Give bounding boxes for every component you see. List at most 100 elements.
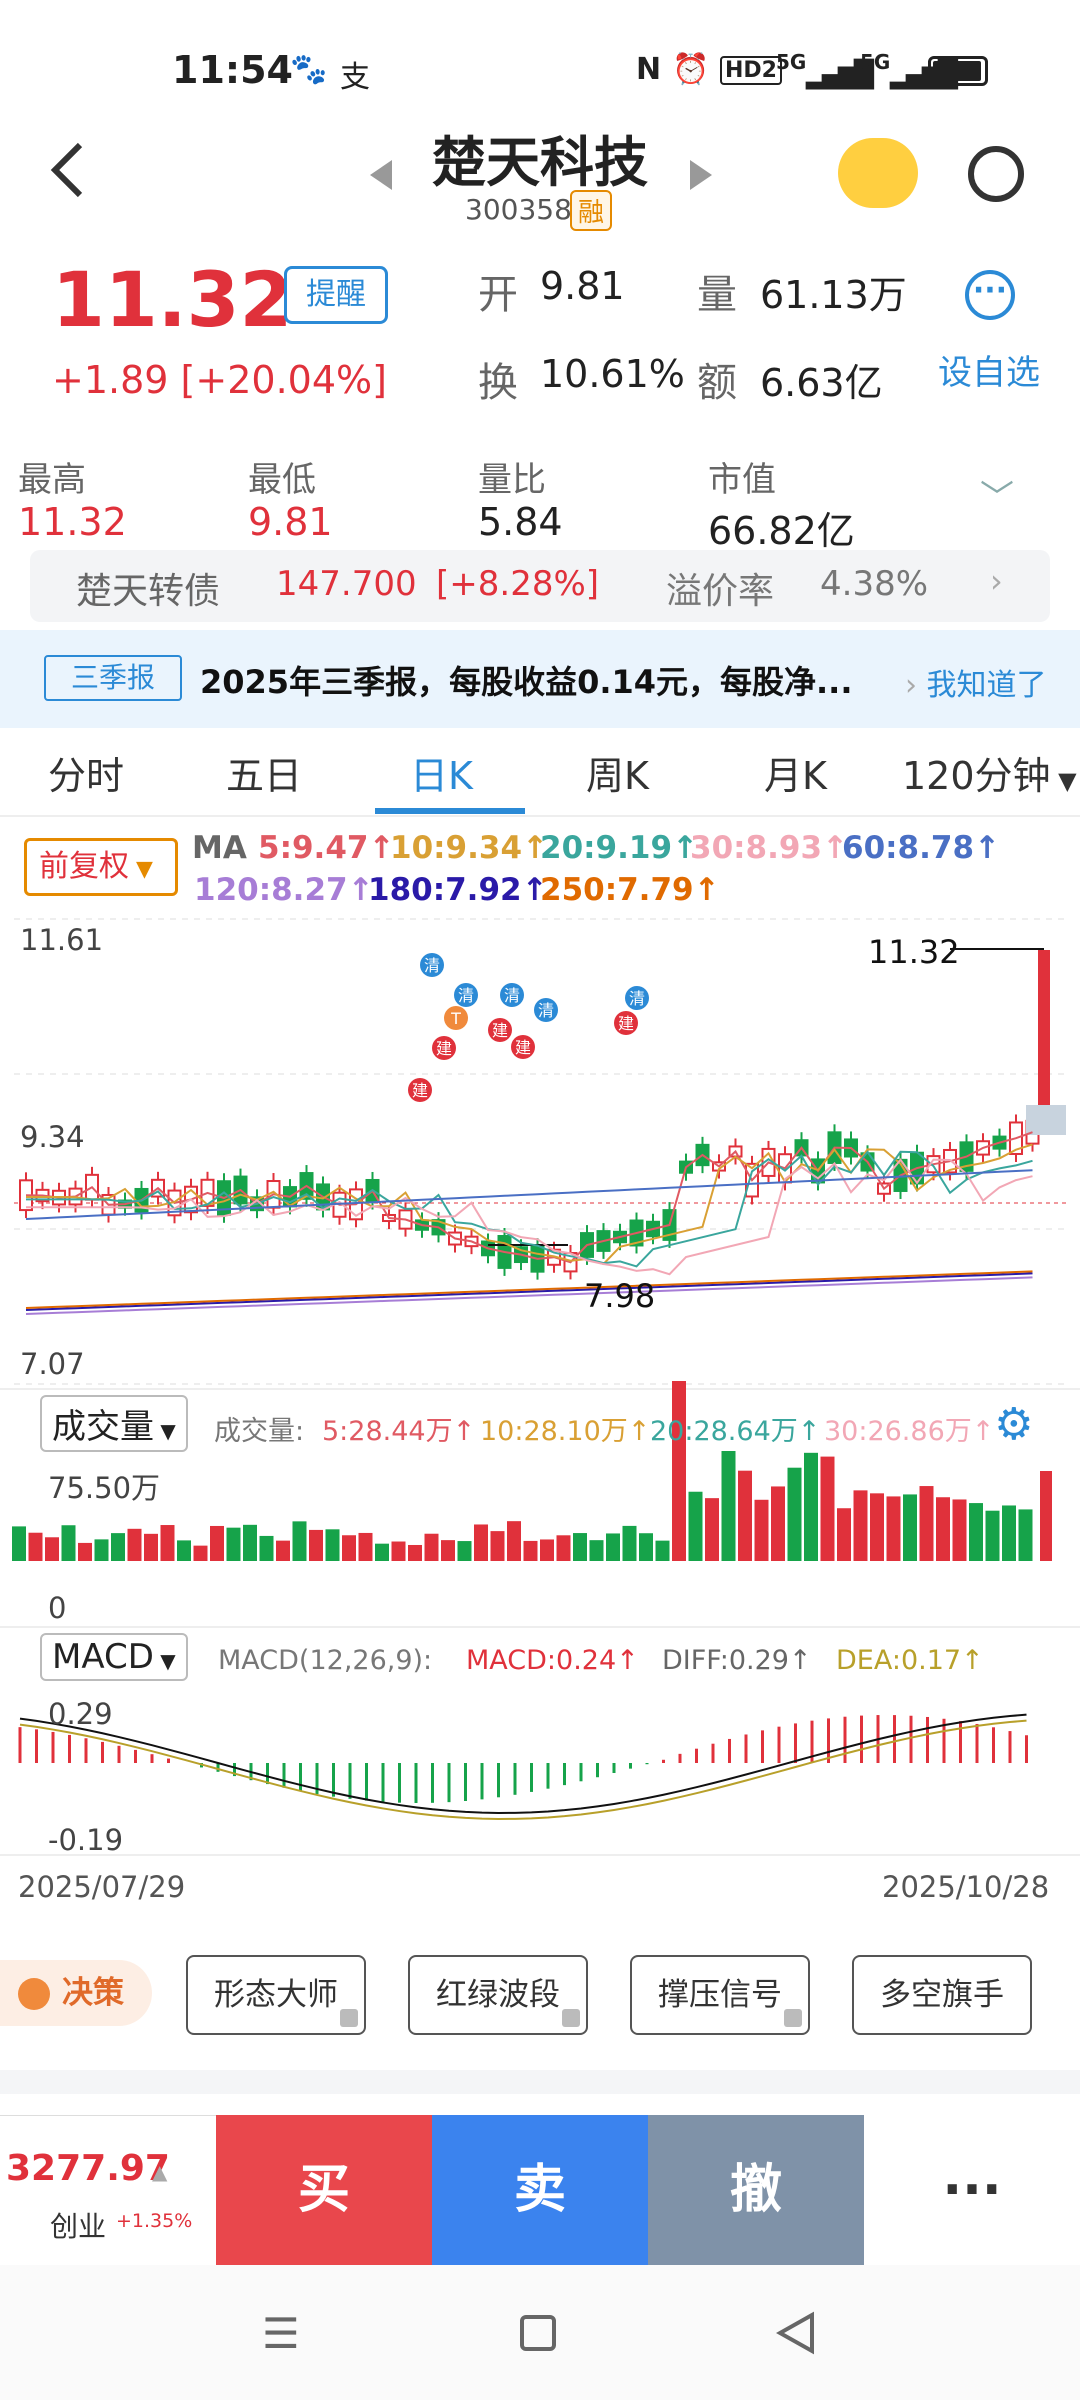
dropdown-arrow-icon: ▼ xyxy=(1050,767,1077,795)
volume-bar xyxy=(523,1540,538,1561)
volume-bar xyxy=(754,1499,769,1561)
index-name: 创业 xyxy=(50,2210,107,2243)
volume-bar xyxy=(342,1535,356,1561)
tab-five-day[interactable]: 五日 xyxy=(226,745,302,800)
tab-120min[interactable]: 120分钟 ▼ xyxy=(902,745,1077,800)
search-icon[interactable] xyxy=(968,146,1024,202)
volume-selector[interactable]: 成交量 ▼ xyxy=(40,1395,188,1452)
volume-bar xyxy=(985,1510,1000,1561)
volume-bar xyxy=(177,1540,191,1561)
stat-label-mktcap: 市值 xyxy=(708,460,776,500)
volume-bar xyxy=(688,1491,703,1561)
volume-bar xyxy=(1040,1471,1052,1561)
adjust-selector[interactable]: 前复权 ▼ xyxy=(24,838,178,896)
macd-value: MACD:0.24↑ xyxy=(466,1645,639,1676)
next-stock-icon[interactable] xyxy=(688,158,714,196)
chevron-down-icon[interactable]: ﹀ xyxy=(980,470,1014,519)
volume-bar xyxy=(573,1533,587,1561)
volume-bar xyxy=(622,1525,637,1561)
stat-value-high: 11.32 xyxy=(18,500,127,544)
date-start: 2025/07/29 xyxy=(18,1870,186,1904)
tool-label: 红绿波段 xyxy=(436,1977,560,2013)
volume-top-label: 75.50万 xyxy=(48,1471,161,1505)
dropdown-arrow-icon: ▼ xyxy=(129,857,153,882)
macd-selector[interactable]: MACD ▼ xyxy=(40,1633,188,1681)
volume-bar xyxy=(639,1533,653,1561)
ma30-label: 30:8.93↑ xyxy=(690,830,848,866)
system-nav-bar: ☰ xyxy=(0,2265,1080,2400)
open-label: 开 xyxy=(478,272,518,318)
tool-label: 撑压信号 xyxy=(658,1977,782,2013)
baidu-icon: 🐾 xyxy=(290,52,328,87)
menu-icon[interactable]: ☰ xyxy=(262,2309,300,2358)
tool-pattern-master[interactable]: 形态大师 xyxy=(186,1955,366,2035)
add-favorite-button[interactable]: 设自选 xyxy=(938,345,1040,394)
volume-bar xyxy=(952,1499,967,1561)
ma60-label: 60:8.78↑ xyxy=(842,830,1000,866)
signal-5g-icon: 5G xyxy=(776,50,807,74)
signal-marker-label: T xyxy=(450,1009,461,1028)
remind-button[interactable]: 提醒 xyxy=(284,266,388,324)
arrow-up-icon: ▲ xyxy=(152,2160,168,2184)
y-axis-mid: 9.34 xyxy=(20,1120,85,1154)
vol-ma10: 10:28.10万↑ xyxy=(480,1416,651,1447)
volume-bar xyxy=(556,1535,571,1561)
adjust-label: 前复权 xyxy=(39,849,129,884)
notice-dismiss-link[interactable]: › 我知道了 xyxy=(905,660,1047,704)
volume-bar xyxy=(589,1540,604,1561)
volume-bar xyxy=(936,1497,950,1561)
notice-text: 2025年三季报，每股收益0.14元，每股净... xyxy=(200,663,853,701)
turnover-value: 10.61% xyxy=(540,352,685,396)
tool-bull-bear-flag[interactable]: 多空旗手 xyxy=(852,1955,1032,2035)
candle xyxy=(1038,950,1050,1120)
tool-support-pressure[interactable]: 撑压信号 xyxy=(630,1955,810,2035)
volume-bar xyxy=(1002,1505,1016,1561)
volume-bar xyxy=(358,1532,373,1561)
tab-120min-label: 120分钟 xyxy=(902,754,1051,798)
more-icon[interactable]: ··· xyxy=(965,270,1015,320)
change-pct: [+20.04%] xyxy=(180,358,387,402)
stock-code: 300358 xyxy=(465,193,572,226)
volume-bar xyxy=(408,1544,422,1561)
dropdown-arrow-icon: ▼ xyxy=(153,1649,176,1673)
convertible-bond-row[interactable]: 楚天转债 147.700 [+8.28%] 溢价率 4.38% › xyxy=(30,550,1050,622)
lock-icon xyxy=(562,2009,580,2027)
volume-bar xyxy=(853,1490,868,1561)
bond-price: 147.700 xyxy=(276,564,417,604)
stat-value-low: 9.81 xyxy=(248,500,333,544)
volume-bar xyxy=(127,1528,142,1561)
back-nav-icon[interactable] xyxy=(775,2311,816,2359)
alipay-icon: 支 xyxy=(340,60,370,95)
macd-top-label: 0.29 xyxy=(48,1697,113,1731)
signal-marker-label: 清 xyxy=(538,1001,554,1020)
lock-icon xyxy=(784,2009,802,2027)
volume-bar xyxy=(210,1525,224,1561)
tab-intraday[interactable]: 分时 xyxy=(48,745,124,800)
settings-gear-icon[interactable]: ⚙ xyxy=(994,1399,1033,1450)
ma120-label: 120:8.27↑ xyxy=(194,872,374,908)
diff-value: DIFF:0.29↑ xyxy=(662,1645,812,1676)
tab-daily-k[interactable]: 日K xyxy=(410,745,473,800)
more-menu-button[interactable]: ··· xyxy=(864,2115,1080,2265)
tab-monthly-k[interactable]: 月K xyxy=(764,745,827,800)
tool-red-green-band[interactable]: 红绿波段 xyxy=(408,1955,588,2035)
sell-button[interactable]: 卖 xyxy=(432,2115,648,2265)
amount-value: 6.63亿 xyxy=(760,361,883,405)
bond-name: 楚天转债 xyxy=(76,571,221,612)
volume-bar xyxy=(655,1540,670,1561)
prev-stock-icon[interactable] xyxy=(368,158,394,196)
y-axis-top: 11.61 xyxy=(20,923,104,957)
buy-button[interactable]: 买 xyxy=(216,2115,432,2265)
cancel-button[interactable]: 撤 xyxy=(648,2115,864,2265)
kline-chart[interactable]: 清清清清清T建建建建建 11.61 9.34 7.07 11.32 7.98 成… xyxy=(0,915,1080,1905)
mascot-icon[interactable] xyxy=(838,138,918,208)
index-value[interactable]: 3277.97 xyxy=(6,2148,170,2189)
home-icon[interactable] xyxy=(520,2315,556,2351)
change-value: +1.89 xyxy=(52,358,169,402)
tab-weekly-k[interactable]: 周K xyxy=(586,745,649,800)
ma-prefix: MA xyxy=(192,830,247,866)
volume-bar xyxy=(804,1452,818,1561)
chevron-right-icon: › xyxy=(990,562,1003,600)
volume-bar xyxy=(61,1525,76,1561)
volume-bar xyxy=(787,1467,802,1561)
